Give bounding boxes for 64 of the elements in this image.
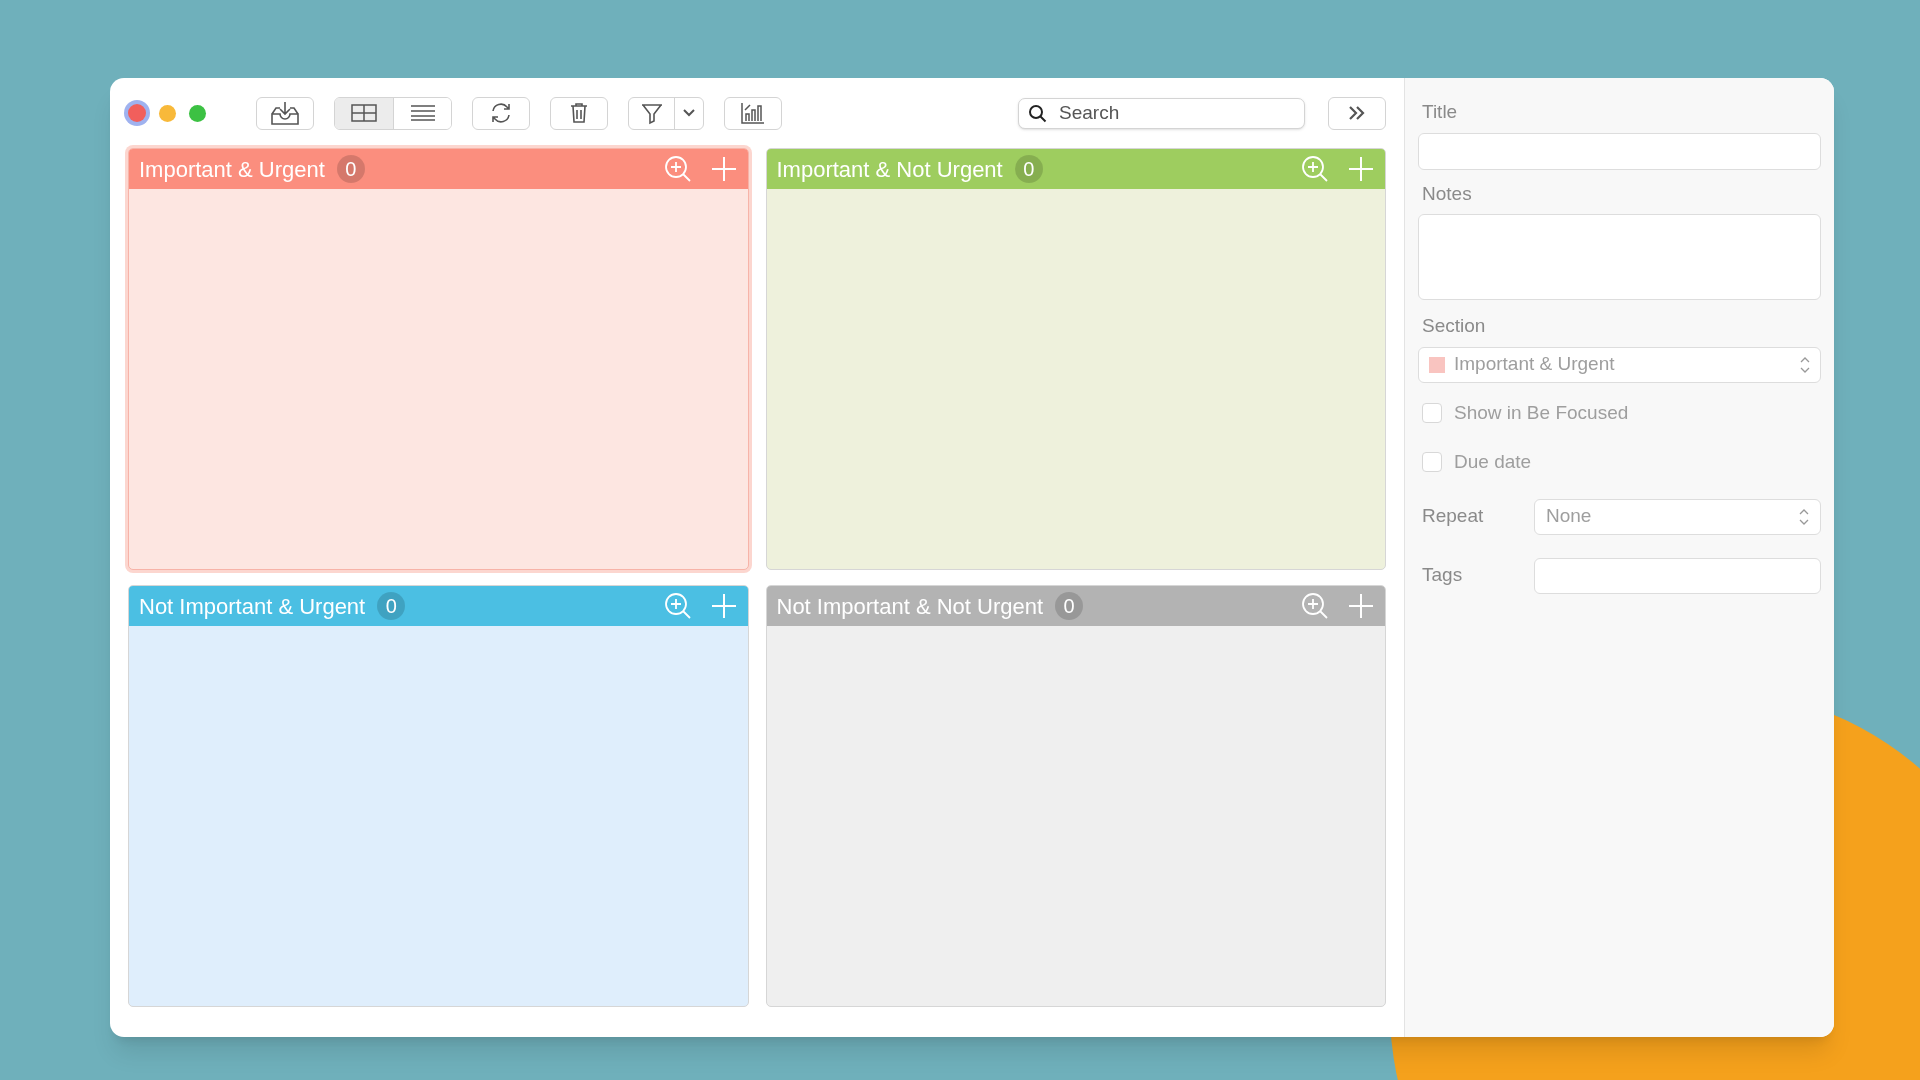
search-field[interactable]: Search	[1018, 97, 1305, 129]
minimize-window-button[interactable]	[159, 104, 176, 122]
statistics-button[interactable]	[724, 96, 782, 130]
task-count: 0	[336, 155, 365, 183]
delete-button[interactable]	[550, 96, 608, 130]
repeat-dropdown[interactable]: None	[1534, 498, 1821, 535]
refresh-icon	[489, 101, 513, 125]
zoom-in-icon	[663, 155, 692, 183]
section-label: Section	[1421, 314, 1487, 338]
checkbox-label: Due date	[1454, 450, 1532, 474]
add-task-button[interactable]	[1347, 592, 1375, 620]
quadrant-panel[interactable]: Important & Not Urgent 0	[765, 148, 1386, 570]
quadrant-title: Not Important & Urgent	[139, 592, 366, 621]
add-task-button[interactable]	[709, 592, 738, 620]
add-task-button[interactable]	[1347, 155, 1375, 183]
view-mode-control[interactable]	[334, 96, 452, 130]
list-view-button[interactable]	[393, 97, 451, 129]
add-task-button[interactable]	[709, 155, 738, 183]
zoom-in-button[interactable]	[663, 592, 692, 620]
zoom-in-icon	[1301, 592, 1329, 620]
quadrant-panel[interactable]: Important & Urgent 0	[128, 148, 749, 570]
refresh-button[interactable]	[472, 96, 530, 130]
double-chevron-right-icon	[1348, 105, 1366, 121]
checkbox[interactable]	[1422, 452, 1442, 473]
tags-field[interactable]	[1534, 557, 1821, 594]
grid-icon	[351, 104, 377, 122]
title-field[interactable]	[1418, 132, 1821, 170]
task-count: 0	[1055, 592, 1084, 620]
zoom-in-icon	[663, 592, 692, 620]
quadrant-panel[interactable]: Not Important & Urgent 0	[128, 585, 749, 1007]
checkbox[interactable]	[1422, 402, 1442, 423]
task-count: 0	[377, 592, 406, 620]
quadrant-title: Not Important & Not Urgent	[776, 592, 1044, 621]
toggle-inspector-button[interactable]	[1328, 96, 1386, 130]
notes-field[interactable]	[1418, 214, 1821, 300]
plus-icon	[1348, 156, 1374, 182]
notes-label: Notes	[1421, 181, 1473, 206]
plus-icon	[710, 593, 737, 619]
plus-icon	[1348, 593, 1374, 619]
repeat-label: Repeat	[1421, 504, 1485, 529]
inbox-button[interactable]	[256, 96, 314, 130]
checkbox-label: Show in Be Focused	[1454, 400, 1629, 425]
zoom-in-icon	[1301, 155, 1329, 183]
tags-label: Tags	[1421, 563, 1464, 588]
close-window-button[interactable]	[128, 104, 146, 122]
zoom-in-button[interactable]	[1301, 155, 1329, 183]
grid-view-button[interactable]	[335, 97, 393, 129]
bar-chart-icon	[740, 101, 766, 125]
search-icon	[1028, 103, 1047, 123]
quadrant-title: Important & Urgent	[139, 155, 325, 184]
zoom-in-button[interactable]	[663, 155, 692, 183]
trash-icon	[570, 102, 588, 124]
quadrant-title: Important & Not Urgent	[776, 155, 1003, 184]
plus-icon	[710, 156, 737, 182]
section-dropdown[interactable]: Important & Urgent	[1418, 346, 1821, 383]
list-icon	[409, 105, 436, 121]
zoom-in-button[interactable]	[1301, 592, 1329, 620]
inbox-download-icon	[270, 100, 300, 126]
chevron-down-icon	[683, 109, 695, 117]
funnel-icon	[639, 101, 664, 125]
zoom-window-button[interactable]	[189, 104, 206, 122]
task-count: 0	[1014, 155, 1043, 183]
title-label: Title	[1421, 100, 1459, 124]
quadrant-panel[interactable]: Not Important & Not Urgent 0	[765, 585, 1386, 1007]
